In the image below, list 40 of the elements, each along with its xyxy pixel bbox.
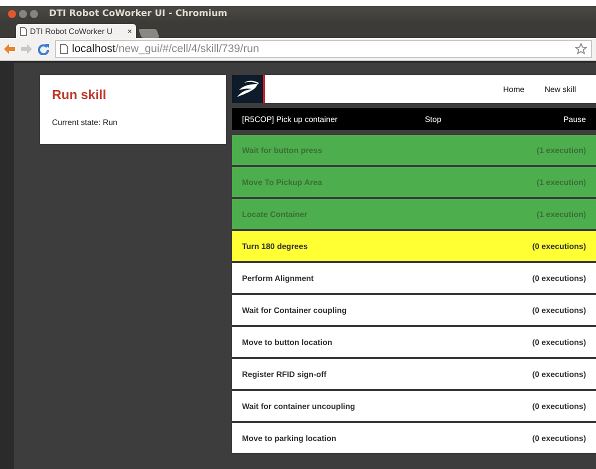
address-bar[interactable]: localhost/new_gui/#/cell/4/skill/739/run [55,40,592,58]
new-tab-button[interactable] [138,29,160,38]
minimize-icon[interactable] [19,10,27,18]
step-name: Perform Alignment [242,274,314,282]
back-icon[interactable] [4,44,15,54]
step-name: Move to parking location [242,434,336,442]
page-icon [20,26,27,36]
pause-button[interactable]: Pause [563,114,586,124]
execution-count: (0 executions) [532,434,586,442]
close-icon[interactable] [8,10,16,18]
skill-name: [R5COP] Pick up container [242,114,339,124]
step-name: Move To Pickup Area [242,178,322,186]
nav-link[interactable]: New skill [544,84,576,94]
step-name: Locate Container [242,210,308,218]
maximize-icon[interactable] [30,10,38,18]
step-name: Wait for Container coupling [242,306,347,314]
execution-count: (0 executions) [532,274,586,282]
execution-count: (0 executions) [532,338,586,346]
panel-title: Run skill [52,87,108,102]
nav-link[interactable]: Home [503,84,524,94]
execution-count: (0 executions) [532,242,586,250]
step-name: Register RFID sign-off [242,370,326,378]
step-name: Move to button location [242,338,332,346]
reload-icon[interactable] [38,44,49,54]
execution-count: (0 executions) [532,306,586,314]
step-name: Wait for container uncoupling [242,402,356,410]
browser-tab[interactable]: DTI Robot CoWorker U × [16,24,136,38]
star-icon[interactable] [575,43,587,55]
tab-close-button[interactable]: × [127,26,132,36]
step-name: Wait for button press [242,146,322,154]
execution-count: (0 executions) [532,402,586,410]
stop-button[interactable]: Stop [424,114,442,124]
execution-count: (1 execution) [536,146,586,154]
execution-count: (0 executions) [532,370,586,378]
execution-count: (1 execution) [536,210,586,218]
current-state-text: Current state: Run [52,118,118,127]
window-title: DTI Robot CoWorker UI - Chromium [49,9,228,19]
page-icon [60,44,68,54]
execution-count: (1 execution) [536,178,586,186]
step-name: Turn 180 degrees [242,242,308,250]
